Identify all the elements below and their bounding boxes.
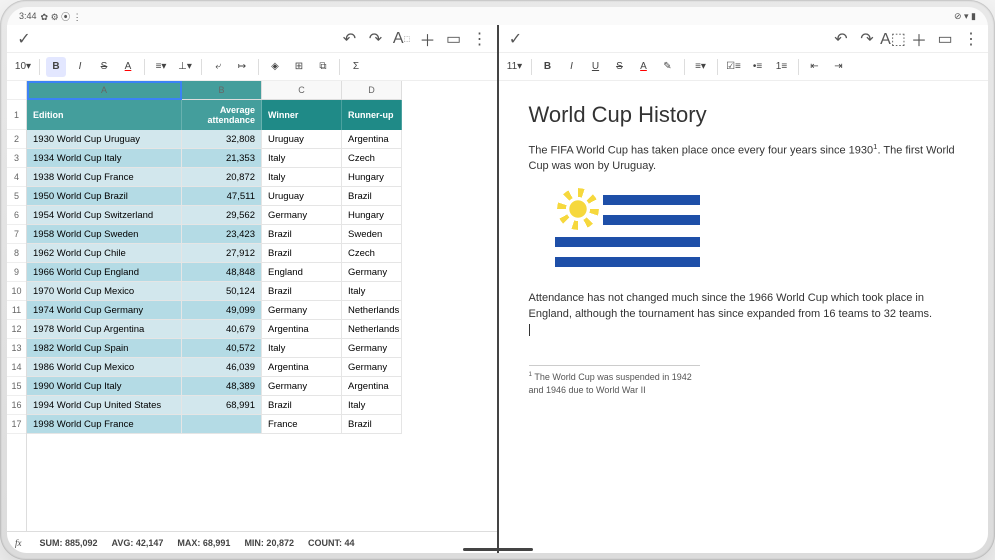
more-icon[interactable]: ⋮	[473, 32, 487, 46]
table-row[interactable]: 1958 World Cup Sweden23,423BrazilSweden	[27, 225, 497, 244]
col-header-C[interactable]: C	[262, 81, 342, 100]
more-icon[interactable]: ⋮	[964, 32, 978, 46]
stat-min: MIN: 20,872	[244, 538, 294, 548]
document-body[interactable]: World Cup History The FIFA World Cup has…	[499, 81, 989, 553]
docs-format-toolbar: 11 ▾ B I U S A ✎ ≡▾ ☑≡ •≡ 1≡ ⇤ ⇥	[499, 53, 989, 81]
undo-icon[interactable]: ↶	[343, 32, 357, 46]
numbered-list-button[interactable]: 1≡	[772, 57, 792, 77]
table-row[interactable]: 1994 World Cup United States68,991Brazil…	[27, 396, 497, 415]
italic-button[interactable]: I	[70, 57, 90, 77]
fx-icon[interactable]: fx	[15, 538, 22, 548]
doc-title: World Cup History	[529, 99, 959, 131]
table-row[interactable]: 1930 World Cup Uruguay32,808UruguayArgen…	[27, 130, 497, 149]
overflow-button[interactable]: ↦	[232, 57, 252, 77]
check-icon[interactable]: ✓	[509, 32, 523, 46]
table-header-row[interactable]: Edition Average attendance Winner Runner…	[27, 100, 497, 130]
font-size[interactable]: 11 ▾	[505, 57, 525, 77]
check-icon[interactable]: ✓	[17, 32, 31, 46]
status-time: 3:44	[19, 11, 37, 21]
table-row[interactable]: 1978 World Cup Argentina40,679ArgentinaN…	[27, 320, 497, 339]
stat-count: COUNT: 44	[308, 538, 355, 548]
status-icons-left: ✿ ⚙ ⦿ ⋮	[41, 10, 82, 23]
add-icon[interactable]: ＋	[912, 32, 926, 46]
indent-button[interactable]: ⇥	[829, 57, 849, 77]
table-row[interactable]: 1986 World Cup Mexico46,039ArgentinaGerm…	[27, 358, 497, 377]
valign-button[interactable]: ⊥▾	[175, 57, 195, 77]
footnote: 1 The World Cup was suspended in 1942 an…	[529, 365, 701, 397]
table-row[interactable]: 1998 World Cup FranceFranceBrazil	[27, 415, 497, 434]
col-header-A[interactable]: A	[27, 81, 182, 100]
table-row[interactable]: 1938 World Cup France20,872ItalyHungary	[27, 168, 497, 187]
stat-max: MAX: 68,991	[177, 538, 230, 548]
doc-paragraph: The FIFA World Cup has taken place once …	[529, 141, 959, 176]
strike-button[interactable]: S	[610, 57, 630, 77]
insert-fn-button[interactable]: Σ	[346, 57, 366, 77]
comment-icon[interactable]: ▭	[447, 32, 461, 46]
bold-button[interactable]: B	[46, 57, 66, 77]
align-button[interactable]: ≡▾	[691, 57, 711, 77]
font-format-icon[interactable]: A⬚	[395, 32, 409, 46]
italic-button[interactable]: I	[562, 57, 582, 77]
sheets-format-toolbar: 10 ▾ B I S A ≡▾ ⊥▾ ⤶ ↦ ◈ ⊞ ⧉ Σ	[7, 53, 497, 81]
bold-button[interactable]: B	[538, 57, 558, 77]
table-row[interactable]: 1962 World Cup Chile27,912BrazilCzech	[27, 244, 497, 263]
table-row[interactable]: 1954 World Cup Switzerland29,562GermanyH…	[27, 206, 497, 225]
redo-icon[interactable]: ↷	[860, 32, 874, 46]
text-color-button[interactable]: A	[634, 57, 654, 77]
uruguay-flag-image	[555, 185, 700, 277]
table-row[interactable]: 1970 World Cup Mexico50,124BrazilItaly	[27, 282, 497, 301]
table-row[interactable]: 1990 World Cup Italy48,389GermanyArgenti…	[27, 377, 497, 396]
status-icons-right: ⊘ ▾ ▮	[954, 11, 976, 22]
font-size[interactable]: 10 ▾	[13, 57, 33, 77]
col-header-D[interactable]: D	[342, 81, 402, 100]
font-format-icon[interactable]: A⬚	[886, 32, 900, 46]
col-header-B[interactable]: B	[182, 81, 262, 100]
spreadsheet-grid[interactable]: 1234567891011121314151617 A B C D Editio…	[7, 81, 497, 531]
table-row[interactable]: 1966 World Cup England48,848EnglandGerma…	[27, 263, 497, 282]
border-button[interactable]: ⊞	[289, 57, 309, 77]
split-screen-divider[interactable]	[497, 25, 499, 553]
strike-button[interactable]: S	[94, 57, 114, 77]
fill-button[interactable]: ◈	[265, 57, 285, 77]
stat-avg: AVG: 42,147	[112, 538, 164, 548]
doc-paragraph: Attendance has not changed much since th…	[529, 291, 959, 339]
checklist-button[interactable]: ☑≡	[724, 57, 744, 77]
table-row[interactable]: 1934 World Cup Italy21,353ItalyCzech	[27, 149, 497, 168]
text-cursor	[529, 324, 530, 336]
stat-sum: SUM: 885,092	[40, 538, 98, 548]
docs-app: ✓ ↶ ↷ A⬚ ＋ ▭ ⋮ 11 ▾ B I U S A ✎	[499, 25, 989, 553]
add-icon[interactable]: ＋	[421, 32, 435, 46]
undo-icon[interactable]: ↶	[834, 32, 848, 46]
wrap-button[interactable]: ⤶	[208, 57, 228, 77]
sheets-app: ✓ ↶ ↷ A⬚ ＋ ▭ ⋮ 10 ▾ B I S A ≡▾ ⊥▾	[7, 25, 497, 553]
text-color-button[interactable]: A	[118, 57, 138, 77]
redo-icon[interactable]: ↷	[369, 32, 383, 46]
table-row[interactable]: 1950 World Cup Brazil47,511UruguayBrazil	[27, 187, 497, 206]
merge-button[interactable]: ⧉	[313, 57, 333, 77]
table-row[interactable]: 1974 World Cup Germany49,099GermanyNethe…	[27, 301, 497, 320]
aggregate-stats-bar: fx SUM: 885,092 AVG: 42,147 MAX: 68,991 …	[7, 531, 497, 553]
halign-button[interactable]: ≡▾	[151, 57, 171, 77]
highlight-button[interactable]: ✎	[658, 57, 678, 77]
comment-icon[interactable]: ▭	[938, 32, 952, 46]
underline-button[interactable]: U	[586, 57, 606, 77]
bullet-list-button[interactable]: •≡	[748, 57, 768, 77]
table-row[interactable]: 1982 World Cup Spain40,572ItalyGermany	[27, 339, 497, 358]
nav-home-handle[interactable]	[463, 548, 533, 551]
outdent-button[interactable]: ⇤	[805, 57, 825, 77]
android-statusbar: 3:44 ✿ ⚙ ⦿ ⋮ ⊘ ▾ ▮	[7, 7, 988, 25]
